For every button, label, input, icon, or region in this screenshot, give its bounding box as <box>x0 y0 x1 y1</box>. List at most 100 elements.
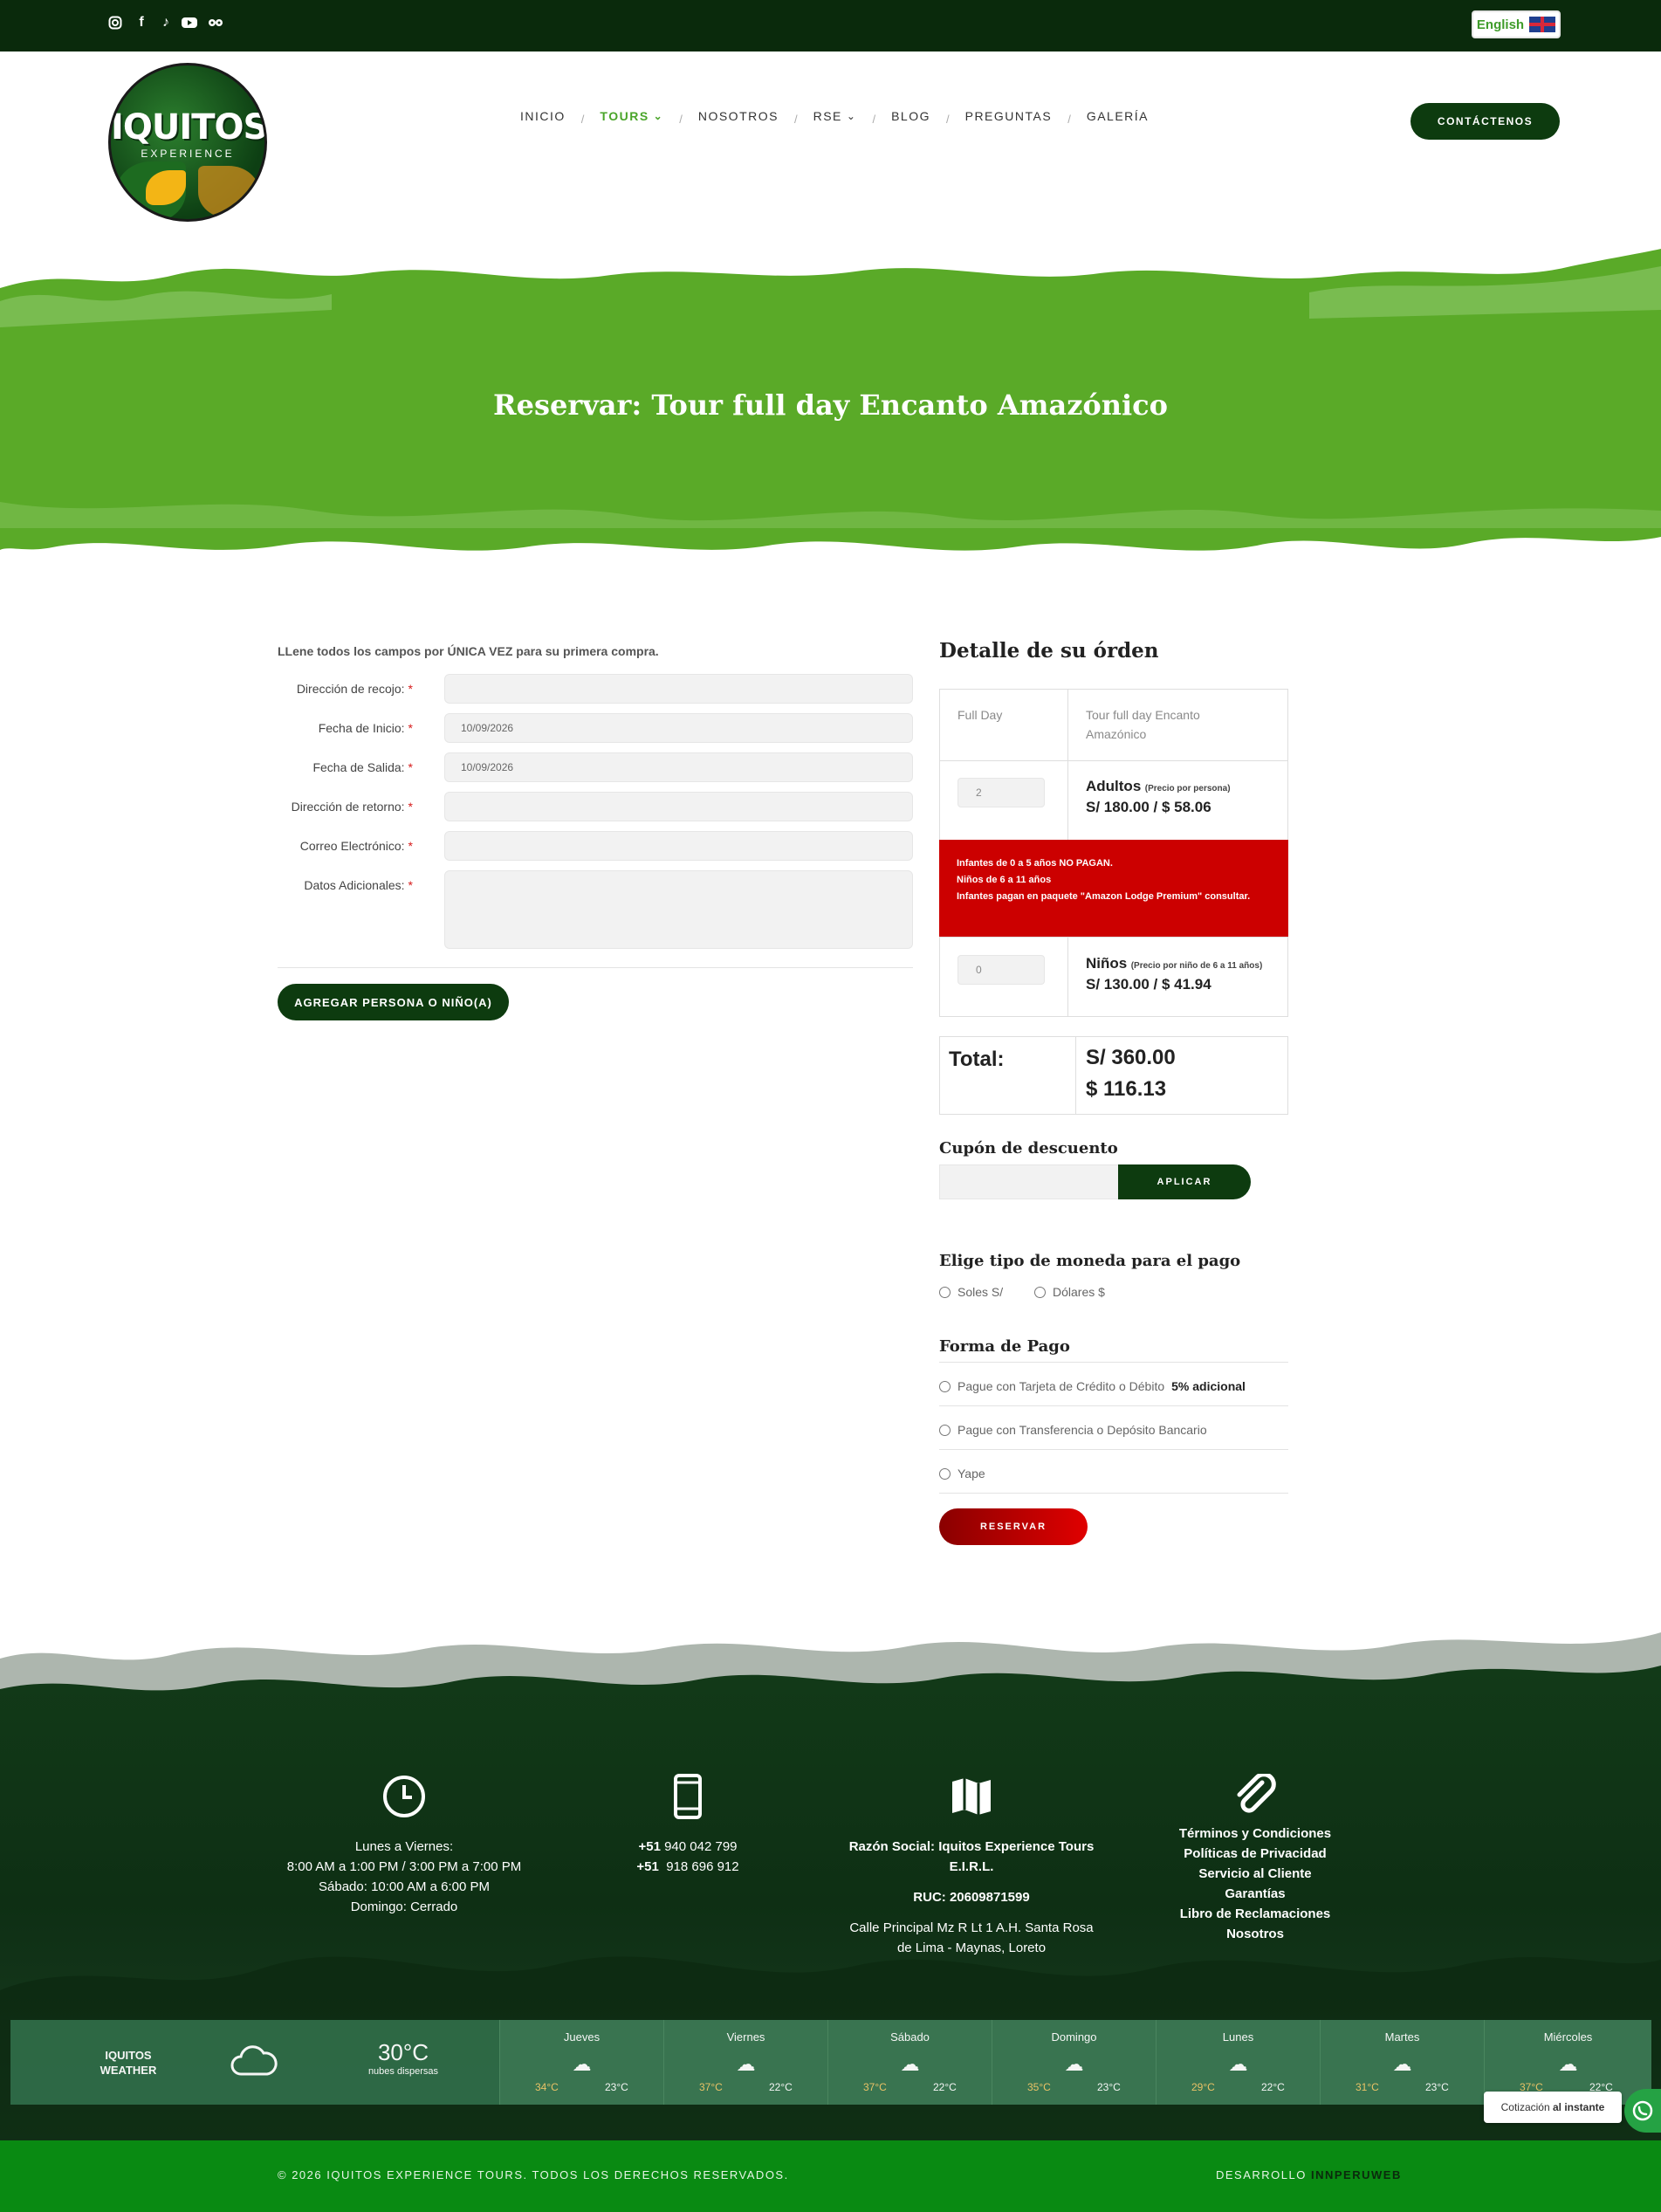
order-tour-row: Full Day Tour full day Encanto Amazónico <box>939 689 1288 761</box>
whatsapp-icon[interactable] <box>1624 2089 1661 2133</box>
rain-cloud-icon: ☁ <box>1392 2053 1412 2075</box>
payment-card-option[interactable]: Pague con Tarjeta de Crédito o Débito 5% … <box>939 1379 1246 1393</box>
copyright: © 2026 IQUITOS EXPERIENCE TOURS. TODOS L… <box>278 2168 789 2181</box>
end-date-input[interactable]: 10/09/2026 <box>444 752 913 782</box>
apply-coupon-button[interactable]: APLICAR <box>1118 1164 1251 1199</box>
nav-inicio[interactable]: INICIO <box>520 109 566 123</box>
contact-button[interactable]: CONTÁCTENOS <box>1410 103 1560 140</box>
payment-transfer-option[interactable]: Pague con Transferencia o Depósito Banca… <box>939 1423 1207 1437</box>
payment-title: Forma de Pago <box>939 1337 1070 1356</box>
nav-nosotros[interactable]: NOSOTROS <box>698 109 779 123</box>
link-servicio[interactable]: Servicio al Cliente <box>1124 1864 1386 1884</box>
adults-quantity-input[interactable]: 2 <box>957 778 1045 807</box>
link-terminos[interactable]: Términos y Condiciones <box>1124 1824 1386 1844</box>
forecast-day: Jueves ☁ 34°C 23°C <box>499 2020 663 2105</box>
tour-type: Full Day <box>957 708 1003 722</box>
total-label: Total: <box>949 1048 1005 1071</box>
logo-subtitle: EXPERIENCE <box>141 148 235 160</box>
tour-name: Tour full day Encanto Amazónico <box>1086 708 1200 741</box>
coupon-title: Cupón de descuento <box>939 1139 1118 1158</box>
currency-dollars-option[interactable]: Dólares $ <box>1034 1285 1105 1299</box>
additional-data-textarea[interactable] <box>444 870 913 949</box>
paperclip-icon <box>1229 1770 1281 1823</box>
currency-soles-option[interactable]: Soles S/ <box>939 1285 1003 1299</box>
link-garantias[interactable]: Garantías <box>1124 1884 1386 1904</box>
label-direccion-retorno: Dirección de retorno: * <box>291 800 413 814</box>
forecast-day: Lunes ☁ 29°C 22°C <box>1156 2020 1320 2105</box>
language-switch[interactable]: English <box>1472 10 1561 38</box>
quote-chat-label[interactable]: Cotización al instante <box>1484 2092 1622 2123</box>
link-nosotros[interactable]: Nosotros <box>1124 1924 1386 1944</box>
link-reclamaciones[interactable]: Libro de Reclamaciones <box>1124 1904 1386 1924</box>
reserve-button[interactable]: RESERVAR <box>939 1508 1088 1545</box>
children-quantity-input[interactable]: 0 <box>957 955 1045 985</box>
page-title: Reservar: Tour full day Encanto Amazónic… <box>493 388 1168 422</box>
chevron-down-icon: ⌄ <box>846 110 857 122</box>
pickup-address-input[interactable] <box>444 674 913 704</box>
order-children-row: 0 Niños (Precio por niño de 6 a 11 años)… <box>939 937 1288 1017</box>
facebook-icon[interactable]: f <box>133 14 150 31</box>
label-fecha-salida: Fecha de Salida: * <box>312 760 413 774</box>
order-title: Detalle de su órden <box>939 639 1159 663</box>
radio-dollars[interactable] <box>1034 1286 1046 1298</box>
children-price: S/ 130.00 / $ 41.94 <box>1086 976 1211 993</box>
nav-rse[interactable]: RSE ⌄ <box>813 109 857 123</box>
language-label: English <box>1476 17 1525 32</box>
radio-soles[interactable] <box>939 1286 951 1298</box>
forecast-day: Viernes ☁ 37°C 22°C <box>663 2020 827 2105</box>
total-soles: S/ 360.00 <box>1086 1046 1176 1069</box>
developer-credit[interactable]: DESARROLLO INNPERUWEB <box>1216 2168 1402 2181</box>
company-info: Razón Social: Iquitos Experience Tours E… <box>848 1839 1095 1955</box>
adults-note: (Precio por persona) <box>1144 784 1231 793</box>
weather-widget: IQUITOS WEATHER 30°C nubes dispersas Juev… <box>10 2020 1651 2105</box>
logo[interactable]: IQUITOS EXPERIENCE <box>108 63 267 222</box>
email-field[interactable] <box>444 831 913 861</box>
rain-cloud-icon: ☁ <box>736 2053 756 2075</box>
radio-card[interactable] <box>939 1380 951 1392</box>
phone-icon <box>662 1770 714 1823</box>
label-datos-adicionales: Datos Adicionales: * <box>304 878 413 892</box>
payment-yape-option[interactable]: Yape <box>939 1467 985 1480</box>
chevron-down-icon: ⌄ <box>653 110 664 122</box>
footer-links: Términos y Condiciones Políticas de Priv… <box>1124 1824 1386 1944</box>
children-note: (Precio por niño de 6 a 11 años) <box>1130 961 1263 971</box>
weather-city: IQUITOS WEATHER <box>100 2049 157 2077</box>
divider <box>278 967 913 968</box>
coupon-input[interactable] <box>939 1164 1119 1199</box>
nav-galeria[interactable]: GALERÍA <box>1087 109 1149 123</box>
adults-label: Adultos <box>1086 778 1142 794</box>
add-person-button[interactable]: AGREGAR PERSONA O NIÑO(A) <box>278 984 509 1020</box>
nav-preguntas[interactable]: PREGUNTAS <box>965 109 1053 123</box>
business-hours: Lunes a Viernes: 8:00 AM a 1:00 PM / 3:0… <box>286 1839 522 1914</box>
link-privacidad[interactable]: Políticas de Privacidad <box>1124 1844 1386 1864</box>
currency-title: Elige tipo de moneda para el pago <box>939 1252 1241 1270</box>
top-bar <box>0 0 1661 52</box>
radio-transfer[interactable] <box>939 1424 951 1436</box>
tiktok-icon[interactable]: ♪ <box>157 14 175 31</box>
rain-cloud-icon: ☁ <box>1228 2053 1248 2075</box>
cloud-icon <box>229 2043 279 2082</box>
label-direccion-recojo: Dirección de recojo: * <box>296 682 413 696</box>
forecast-day: Martes ☁ 31°C 23°C <box>1320 2020 1484 2105</box>
instagram-icon[interactable] <box>106 14 124 31</box>
rain-cloud-icon: ☁ <box>900 2053 920 2075</box>
rain-cloud-icon: ☁ <box>572 2053 592 2075</box>
radio-yape[interactable] <box>939 1467 951 1480</box>
start-date-input[interactable]: 10/09/2026 <box>444 713 913 743</box>
youtube-icon[interactable] <box>181 14 198 31</box>
uk-flag-icon <box>1529 17 1556 32</box>
tripadvisor-icon[interactable] <box>207 14 224 31</box>
rain-cloud-icon: ☁ <box>1558 2053 1578 2075</box>
rain-cloud-icon: ☁ <box>1064 2053 1084 2075</box>
forecast-day: Domingo ☁ 35°C 23°C <box>992 2020 1156 2105</box>
order-total: Total: S/ 360.00 $ 116.13 <box>939 1036 1288 1115</box>
nav-blog[interactable]: BLOG <box>891 109 930 123</box>
return-address-input[interactable] <box>444 792 913 821</box>
nav-tours[interactable]: TOURS ⌄ <box>600 109 663 123</box>
phone-numbers[interactable]: +51 940 042 799 +51 918 696 912 <box>601 1837 775 1877</box>
forecast-day: Sábado ☁ 37°C 22°C <box>827 2020 992 2105</box>
map-icon <box>945 1770 998 1823</box>
clock-icon <box>378 1770 430 1823</box>
label-fecha-inicio: Fecha de Inicio: * <box>318 721 413 735</box>
children-policy-notice: Infantes de 0 a 5 años NO PAGAN. Niños d… <box>939 840 1288 938</box>
